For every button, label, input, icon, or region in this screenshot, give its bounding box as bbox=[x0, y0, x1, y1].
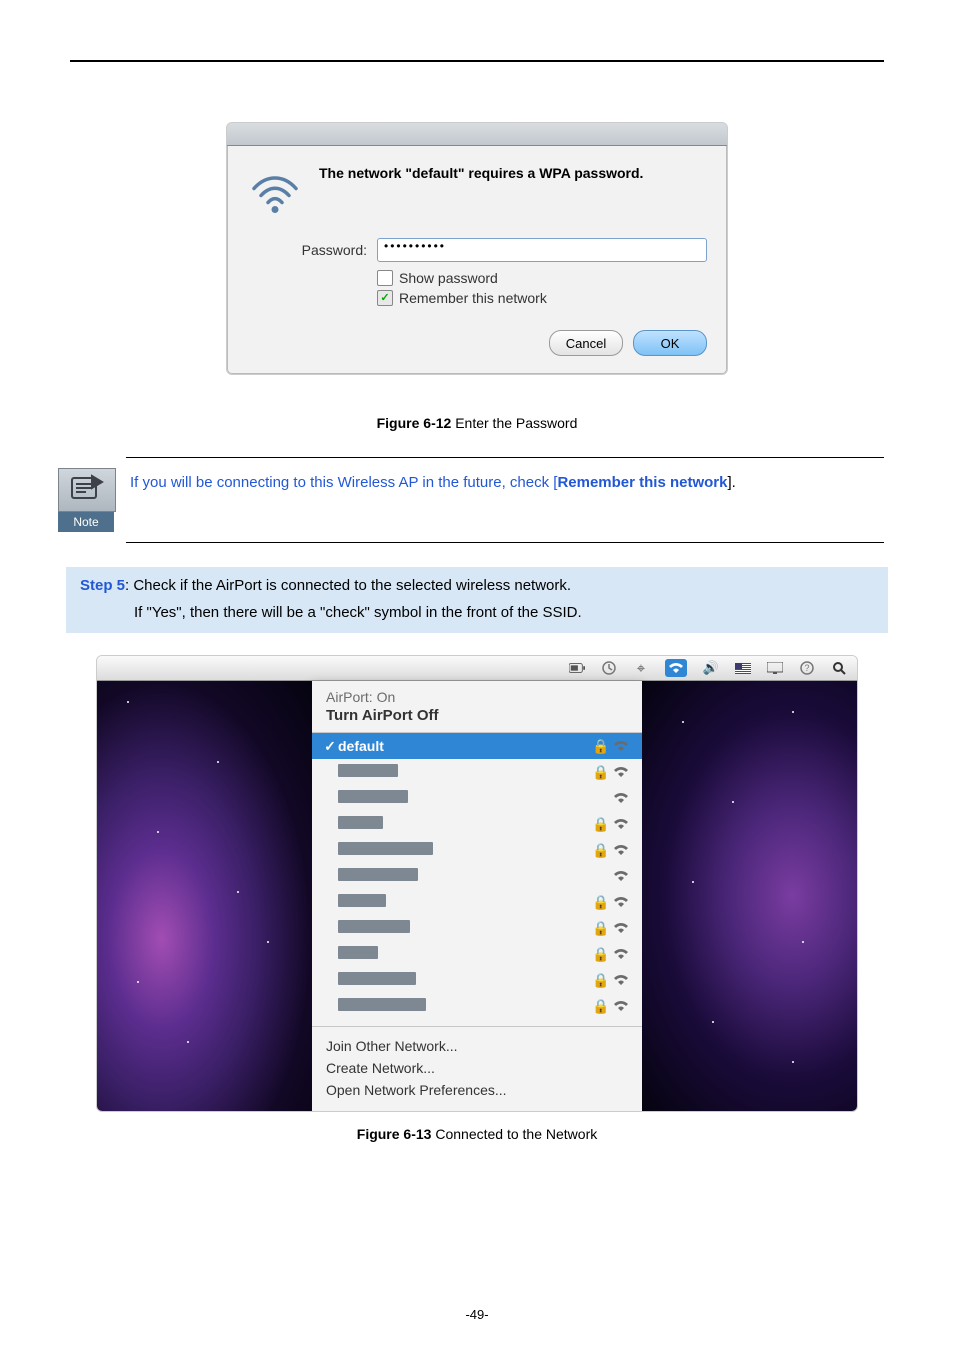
check-icon: ✓ bbox=[322, 738, 338, 755]
wifi-signal-icon bbox=[610, 740, 632, 752]
wifi-signal-icon bbox=[610, 896, 632, 908]
network-item[interactable]: 🔒 bbox=[312, 811, 642, 837]
note-post: ]. bbox=[727, 474, 735, 491]
wifi-signal-icon bbox=[610, 818, 632, 830]
desktop-wallpaper-right bbox=[642, 681, 857, 1111]
flag-icon bbox=[735, 660, 751, 676]
create-network[interactable]: Create Network... bbox=[326, 1057, 628, 1079]
join-other-network[interactable]: Join Other Network... bbox=[326, 1035, 628, 1057]
figure-6-13-caption: Figure 6-13 Connected to the Network bbox=[70, 1126, 884, 1142]
network-item[interactable]: 🔒 bbox=[312, 915, 642, 941]
airport-menu-screenshot: ⌖ 🔊 ? AirPort: On Turn AirPort Off bbox=[96, 655, 858, 1112]
step-5-band: Step 5: Check if the AirPort is connecte… bbox=[66, 567, 888, 633]
lock-icon: 🔒 bbox=[592, 972, 610, 989]
desktop-wallpaper-left bbox=[97, 681, 312, 1111]
network-name: default bbox=[338, 738, 592, 754]
note-icon bbox=[70, 474, 104, 507]
network-item[interactable] bbox=[312, 785, 642, 811]
header-rule bbox=[70, 60, 884, 62]
network-item[interactable]: 🔒 bbox=[312, 941, 642, 967]
lock-icon: 🔒 bbox=[592, 842, 610, 859]
open-network-preferences[interactable]: Open Network Preferences... bbox=[326, 1079, 628, 1101]
page-number: -49- bbox=[0, 1307, 954, 1322]
volume-icon: 🔊 bbox=[703, 660, 719, 676]
figure-6-13-num: Figure 6-13 bbox=[357, 1126, 432, 1142]
remember-network-label: Remember this network bbox=[399, 290, 547, 306]
step-5-label: Step 5 bbox=[80, 577, 125, 594]
note-block: Note If you will be connecting to this W… bbox=[126, 457, 884, 543]
spotlight-icon[interactable] bbox=[831, 660, 847, 676]
network-item[interactable] bbox=[312, 863, 642, 889]
network-item[interactable]: 🔒 bbox=[312, 837, 642, 863]
wifi-signal-icon bbox=[610, 870, 632, 882]
password-input[interactable]: •••••••••• bbox=[377, 238, 707, 262]
ok-button[interactable]: OK bbox=[633, 330, 707, 356]
step-5-line1: : Check if the AirPort is connected to t… bbox=[125, 577, 571, 594]
network-name-redacted bbox=[338, 842, 592, 858]
wifi-signal-icon bbox=[610, 1000, 632, 1012]
note-badge: Note bbox=[58, 468, 114, 532]
network-name-redacted bbox=[338, 816, 592, 832]
dialog-titlebar bbox=[227, 123, 727, 146]
network-name-redacted bbox=[338, 764, 592, 780]
turn-airport-off[interactable]: Turn AirPort Off bbox=[326, 707, 628, 724]
note-bold: Remember this network bbox=[557, 474, 727, 491]
network-item-selected[interactable]: ✓ default 🔒 bbox=[312, 733, 642, 759]
network-list: ✓ default 🔒 🔒 🔒 🔒 🔒 🔒 🔒 🔒 🔒 🔒 bbox=[312, 733, 642, 1022]
battery-icon bbox=[569, 660, 585, 676]
wifi-signal-icon bbox=[610, 922, 632, 934]
network-name-redacted bbox=[338, 972, 592, 988]
figure-6-12-caption: Figure 6-12 Enter the Password bbox=[70, 415, 884, 431]
bluetooth-icon: ⌖ bbox=[633, 660, 649, 676]
lock-icon: 🔒 bbox=[592, 920, 610, 937]
timemachine-icon bbox=[601, 660, 617, 676]
airport-status: AirPort: On bbox=[326, 689, 628, 705]
help-icon: ? bbox=[799, 660, 815, 676]
wifi-menu-icon[interactable] bbox=[665, 659, 687, 677]
cancel-button[interactable]: Cancel bbox=[549, 330, 623, 356]
figure-6-12-text: Enter the Password bbox=[451, 415, 577, 431]
figure-6-13-text: Connected to the Network bbox=[431, 1126, 597, 1142]
network-item[interactable]: 🔒 bbox=[312, 1019, 642, 1022]
wifi-signal-icon bbox=[610, 766, 632, 778]
show-password-label: Show password bbox=[399, 270, 498, 286]
note-pre: If you will be connecting to this Wirele… bbox=[130, 474, 557, 491]
network-name-redacted bbox=[338, 790, 592, 806]
dialog-message: The network "default" requires a WPA pas… bbox=[319, 164, 643, 220]
svg-text:?: ? bbox=[804, 663, 809, 673]
show-password-checkbox[interactable] bbox=[377, 270, 393, 286]
displays-icon bbox=[767, 660, 783, 676]
wifi-signal-icon bbox=[610, 844, 632, 856]
remember-network-checkbox[interactable] bbox=[377, 290, 393, 306]
note-text: If you will be connecting to this Wirele… bbox=[130, 468, 736, 532]
lock-icon: 🔒 bbox=[592, 894, 610, 911]
airport-icon bbox=[247, 164, 303, 220]
wifi-signal-icon bbox=[610, 948, 632, 960]
lock-icon: 🔒 bbox=[592, 738, 610, 755]
network-name-redacted bbox=[338, 920, 592, 936]
lock-icon: 🔒 bbox=[592, 816, 610, 833]
note-label: Note bbox=[58, 512, 114, 532]
network-name-redacted bbox=[338, 894, 592, 910]
airport-dropdown: AirPort: On Turn AirPort Off ✓ default 🔒… bbox=[312, 681, 642, 1111]
wifi-signal-icon bbox=[610, 974, 632, 986]
network-item[interactable]: 🔒 bbox=[312, 889, 642, 915]
figure-6-12-num: Figure 6-12 bbox=[377, 415, 452, 431]
network-item[interactable]: 🔒 bbox=[312, 759, 642, 785]
dropdown-separator bbox=[312, 1026, 642, 1027]
network-name-redacted bbox=[338, 868, 592, 884]
lock-icon: 🔒 bbox=[592, 764, 610, 781]
network-item[interactable]: 🔒 bbox=[312, 967, 642, 993]
step-5-line2: If "Yes", then there will be a "check" s… bbox=[80, 604, 874, 621]
wpa-password-dialog: The network "default" requires a WPA pas… bbox=[226, 122, 728, 375]
network-name-redacted bbox=[338, 946, 592, 962]
mac-menubar: ⌖ 🔊 ? bbox=[97, 656, 857, 681]
password-label: Password: bbox=[247, 242, 367, 258]
network-name-redacted bbox=[338, 998, 592, 1014]
wifi-signal-icon bbox=[610, 792, 632, 804]
lock-icon: 🔒 bbox=[592, 998, 610, 1015]
lock-icon: 🔒 bbox=[592, 946, 610, 963]
network-item[interactable]: 🔒 bbox=[312, 993, 642, 1019]
